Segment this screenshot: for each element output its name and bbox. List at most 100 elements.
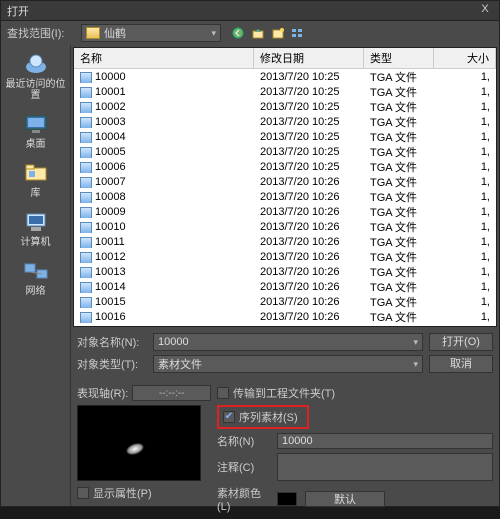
- object-type-value: 素材文件: [158, 356, 202, 372]
- folder-icon: [86, 27, 100, 39]
- color-row: 素材颜色(L) 默认: [217, 485, 493, 513]
- new-folder-icon[interactable]: [269, 25, 287, 41]
- col-type[interactable]: 类型: [364, 48, 434, 68]
- axis-label: 表现轴(R):: [77, 385, 128, 401]
- copy-to-project-checkbox[interactable]: [217, 387, 229, 399]
- table-row[interactable]: 100162013/7/20 10:26TGA 文件1,: [74, 309, 496, 324]
- comment-label: 注释(C): [217, 459, 273, 475]
- bottom-right: 传输到工程文件夹(T) 序列素材(S) 名称(N) 10000 注释(C): [217, 385, 493, 513]
- table-row[interactable]: 100062013/7/20 10:25TGA 文件1,: [74, 159, 496, 174]
- color-swatch[interactable]: [277, 492, 297, 506]
- bottom-panel: 表现轴(R): --:--:-- 显示属性(P) 传输到工程文件夹(T): [71, 381, 499, 519]
- table-row[interactable]: 100032013/7/20 10:25TGA 文件1,: [74, 114, 496, 129]
- table-row[interactable]: 100022013/7/20 10:25TGA 文件1,: [74, 99, 496, 114]
- sequence-material-checkbox[interactable]: [223, 411, 235, 423]
- chevron-down-icon: [413, 336, 418, 348]
- show-properties-checkbox[interactable]: [77, 487, 89, 499]
- sidebar-item-libraries[interactable]: 库: [1, 158, 70, 201]
- name-row: 名称(N) 10000: [217, 433, 493, 449]
- file-list: 名称 修改日期 类型 大小 100002013/7/20 10:25TGA 文件…: [73, 47, 497, 327]
- file-icon: [80, 177, 92, 187]
- sequence-highlight: 序列素材(S): [217, 405, 309, 429]
- table-row[interactable]: 100092013/7/20 10:26TGA 文件1,: [74, 204, 496, 219]
- path-bar: 查找范围(I): 仙鹤: [1, 21, 499, 45]
- object-type-label: 对象类型(T):: [77, 356, 147, 372]
- object-name-combo[interactable]: 10000: [153, 333, 423, 351]
- object-name-label: 对象名称(N):: [77, 334, 147, 350]
- name-input[interactable]: 10000: [277, 433, 493, 449]
- main-panel: 名称 修改日期 类型 大小 100002013/7/20 10:25TGA 文件…: [71, 45, 499, 506]
- table-row[interactable]: 100072013/7/20 10:26TGA 文件1,: [74, 174, 496, 189]
- name-label: 名称(N): [217, 433, 273, 449]
- file-icon: [80, 87, 92, 97]
- file-icon: [80, 192, 92, 202]
- sidebar-label: 桌面: [26, 139, 46, 150]
- dialog-title: 打开: [7, 3, 477, 19]
- file-icon: [80, 312, 92, 322]
- file-icon: [80, 207, 92, 217]
- table-row[interactable]: 100082013/7/20 10:26TGA 文件1,: [74, 189, 496, 204]
- dialog-body: 最近访问的位置 桌面 库 计算机 网络 名称: [1, 45, 499, 506]
- preview-thumbnail: [77, 405, 201, 481]
- up-icon[interactable]: [249, 25, 267, 41]
- table-row[interactable]: 100052013/7/20 10:25TGA 文件1,: [74, 144, 496, 159]
- file-icon: [80, 282, 92, 292]
- table-row[interactable]: 100012013/7/20 10:25TGA 文件1,: [74, 84, 496, 99]
- file-icon: [80, 132, 92, 142]
- desktop-icon: [20, 111, 52, 137]
- color-label: 素材颜色(L): [217, 485, 273, 513]
- table-row[interactable]: 100152013/7/20 10:26TGA 文件1,: [74, 294, 496, 309]
- close-icon[interactable]: X: [477, 3, 493, 19]
- table-row[interactable]: 100042013/7/20 10:25TGA 文件1,: [74, 129, 496, 144]
- places-sidebar: 最近访问的位置 桌面 库 计算机 网络: [1, 45, 71, 506]
- color-mode-dropdown[interactable]: 默认: [305, 491, 385, 507]
- sidebar-item-computer[interactable]: 计算机: [1, 207, 70, 250]
- axis-row: 表现轴(R): --:--:--: [77, 385, 211, 401]
- view-menu-icon[interactable]: [289, 25, 307, 41]
- col-date[interactable]: 修改日期: [254, 48, 364, 68]
- network-icon: [20, 258, 52, 284]
- comment-input[interactable]: [277, 453, 493, 481]
- file-icon: [80, 222, 92, 232]
- table-row[interactable]: 100112013/7/20 10:26TGA 文件1,: [74, 234, 496, 249]
- file-list-header: 名称 修改日期 类型 大小: [74, 48, 496, 69]
- file-icon: [80, 297, 92, 307]
- col-name[interactable]: 名称: [74, 48, 254, 68]
- sequence-material-row: 序列素材(S): [223, 409, 303, 425]
- bottom-left: 表现轴(R): --:--:-- 显示属性(P): [77, 385, 211, 513]
- table-row[interactable]: 100102013/7/20 10:26TGA 文件1,: [74, 219, 496, 234]
- back-icon[interactable]: [229, 25, 247, 41]
- table-row[interactable]: 100002013/7/20 10:25TGA 文件1,: [74, 69, 496, 84]
- file-icon: [80, 147, 92, 157]
- copy-to-project-row: 传输到工程文件夹(T): [217, 385, 493, 401]
- lookin-combo[interactable]: 仙鹤: [81, 24, 221, 42]
- file-icon: [80, 267, 92, 277]
- comment-row: 注释(C): [217, 453, 493, 481]
- open-dialog: 打开 X 查找范围(I): 仙鹤 最近访问的位置 桌面: [0, 0, 500, 507]
- sequence-material-label: 序列素材(S): [239, 409, 298, 425]
- sidebar-label: 计算机: [21, 237, 51, 248]
- table-row[interactable]: 100172013/7/20 10:26TGA 文件1,: [74, 324, 496, 326]
- cancel-button[interactable]: 取消: [429, 355, 493, 373]
- file-icon: [80, 252, 92, 262]
- show-properties-row: 显示属性(P): [77, 485, 211, 501]
- table-row[interactable]: 100142013/7/20 10:26TGA 文件1,: [74, 279, 496, 294]
- lookin-value: 仙鹤: [104, 25, 126, 41]
- col-size[interactable]: 大小: [434, 48, 496, 68]
- object-name-value: 10000: [158, 336, 189, 348]
- nav-toolbar: [229, 25, 307, 41]
- file-list-body[interactable]: 100002013/7/20 10:25TGA 文件1,100012013/7/…: [74, 69, 496, 326]
- libraries-icon: [20, 160, 52, 186]
- open-button[interactable]: 打开(O): [429, 333, 493, 351]
- axis-dropdown[interactable]: --:--:--: [132, 385, 211, 401]
- sidebar-item-recent[interactable]: 最近访问的位置: [1, 49, 70, 103]
- sidebar-item-network[interactable]: 网络: [1, 256, 70, 299]
- chevron-down-icon: [413, 358, 418, 370]
- file-icon: [80, 162, 92, 172]
- sidebar-item-desktop[interactable]: 桌面: [1, 109, 70, 152]
- table-row[interactable]: 100132013/7/20 10:26TGA 文件1,: [74, 264, 496, 279]
- computer-icon: [20, 209, 52, 235]
- table-row[interactable]: 100122013/7/20 10:26TGA 文件1,: [74, 249, 496, 264]
- sidebar-label: 库: [31, 188, 41, 199]
- object-type-combo[interactable]: 素材文件: [153, 355, 423, 373]
